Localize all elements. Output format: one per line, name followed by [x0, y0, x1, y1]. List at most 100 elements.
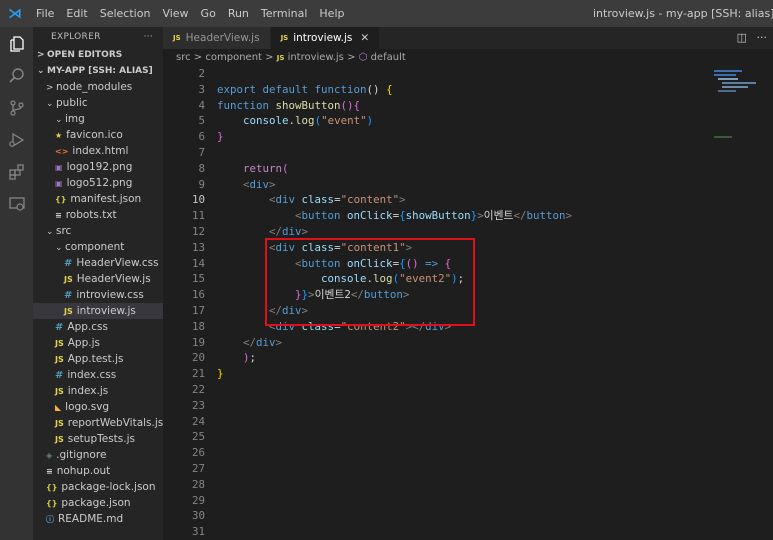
tree-item-src[interactable]: ⌄ src [33, 223, 163, 239]
tree-item-logo512-png[interactable]: ▣ logo512.png [33, 175, 163, 191]
menu-item-terminal[interactable]: Terminal [255, 0, 314, 27]
line-number: 10 [191, 193, 205, 207]
tree-item-package-lock-json[interactable]: {} package-lock.json [33, 479, 163, 495]
menu-item-go[interactable]: Go [195, 0, 222, 27]
explorer-sidebar: EXPLORER ··· > OPEN EDITORS ⌄ MY-APP [SSH:… [33, 27, 163, 540]
open-editors-section[interactable]: > OPEN EDITORS [33, 47, 163, 63]
menu-item-selection[interactable]: Selection [94, 0, 157, 27]
menu-item-help[interactable]: Help [313, 0, 350, 27]
code-line[interactable]: 31 [163, 524, 708, 540]
breadcrumb-file[interactable]: introview.js [288, 52, 344, 63]
project-section[interactable]: ⌄ MY-APP [SSH: ALIAS] [33, 63, 163, 79]
line-number: 19 [191, 335, 205, 349]
run-debug-icon[interactable] [0, 125, 33, 155]
tree-item-index-css[interactable]: # index.css [33, 367, 163, 383]
breadcrumb-src[interactable]: src [176, 52, 191, 63]
tree-item-index-html[interactable]: <> index.html [33, 143, 163, 159]
close-icon[interactable]: ✕ [360, 27, 369, 49]
tree-item-setuptests-js[interactable]: JS setupTests.js [33, 431, 163, 447]
code-line[interactable]: 7 [163, 145, 708, 161]
minimap[interactable] [708, 66, 773, 540]
split-editor-icon[interactable]: ◫ [737, 27, 747, 49]
code-line[interactable]: 23 [163, 398, 708, 414]
tree-item-label: package-lock.json [61, 481, 156, 493]
tree-item-logo-svg[interactable]: ◣ logo.svg [33, 399, 163, 415]
code-line[interactable]: 11 <button onClick={showButton}>이벤트</but… [163, 208, 708, 224]
tree-item-reportwebvitals-js[interactable]: JS reportWebVitals.js [33, 415, 163, 431]
code-line[interactable]: 27 [163, 461, 708, 477]
tree-item-public[interactable]: ⌄ public [33, 95, 163, 111]
line-number: 29 [191, 493, 205, 507]
code-line[interactable]: 24 [163, 414, 708, 430]
open-editors-label: OPEN EDITORS [47, 50, 123, 60]
code-line[interactable]: 2 [163, 66, 708, 82]
line-number: 27 [191, 462, 205, 475]
tree-item-manifest-json[interactable]: {} manifest.json [33, 191, 163, 207]
code-line[interactable]: 8 return( [163, 161, 708, 177]
tree-item-introview-js[interactable]: JS introview.js [33, 303, 163, 319]
tree-item-label: logo.svg [65, 401, 110, 413]
code-line[interactable]: 10 <div class="content"> [163, 192, 708, 208]
code-token: { [353, 98, 361, 112]
code-line[interactable]: 26 [163, 445, 708, 461]
extensions-icon[interactable] [0, 157, 33, 187]
file-type-icon: <> [55, 147, 69, 156]
code-line[interactable]: 5 console.log("event") [163, 113, 708, 129]
explorer-more-icon[interactable]: ··· [144, 32, 153, 42]
tab-introview-js[interactable]: JS introview.js ✕ [270, 27, 381, 49]
code-line[interactable]: 28 [163, 477, 708, 493]
tree-item-app-test-js[interactable]: JS App.test.js [33, 351, 163, 367]
code-line[interactable]: 20 ); [163, 350, 708, 366]
tree-item-nohup-out[interactable]: ≡ nohup.out [33, 463, 163, 479]
code-line[interactable]: 25 [163, 429, 708, 445]
code-line[interactable]: 19 </div> [163, 335, 708, 351]
breadcrumb-symbol[interactable]: default [371, 52, 406, 63]
tree-item-label: img [65, 113, 85, 125]
code-text: } [217, 366, 224, 382]
tree-item-robots-txt[interactable]: ≡ robots.txt [33, 207, 163, 223]
tree-item-readme-md[interactable]: ⓘ README.md [33, 511, 163, 527]
tree-item-index-js[interactable]: JS index.js [33, 383, 163, 399]
tree-item-component[interactable]: ⌄ component [33, 239, 163, 255]
code-token: ) [366, 114, 374, 128]
menu-item-view[interactable]: View [156, 0, 194, 27]
tree-item-favicon-ico[interactable]: ★ favicon.ico [33, 127, 163, 143]
code-text: } [217, 129, 224, 145]
file-type-icon: JS [55, 387, 64, 396]
source-control-icon[interactable] [0, 93, 33, 123]
tree-item-headerview-css[interactable]: # HeaderView.css [33, 255, 163, 271]
remote-explorer-icon[interactable] [0, 189, 33, 219]
menu-item-run[interactable]: Run [222, 0, 255, 27]
code-line[interactable]: 3 export default function() { [163, 82, 708, 98]
line-number: 12 [191, 225, 205, 238]
tree-item-introview-css[interactable]: # introview.css [33, 287, 163, 303]
tree-item-logo192-png[interactable]: ▣ logo192.png [33, 159, 163, 175]
breadcrumb-component[interactable]: component [205, 52, 262, 63]
tree-item-app-js[interactable]: JS App.js [33, 335, 163, 351]
files-icon[interactable] [0, 29, 33, 59]
code-line[interactable]: 21} [163, 366, 708, 382]
file-type-icon: ⓘ [46, 515, 54, 524]
code-line[interactable]: 6} [163, 129, 708, 145]
line-number: 9 [198, 177, 205, 191]
menu-item-file[interactable]: File [30, 0, 60, 27]
tab-headerview-js[interactable]: JS HeaderView.js [163, 27, 271, 49]
tree-item-headerview-js[interactable]: JS HeaderView.js [33, 271, 163, 287]
code-line[interactable]: 4 function showButton(){ [163, 98, 708, 114]
code-line[interactable]: 22 [163, 382, 708, 398]
code-token: ( [282, 161, 289, 175]
tree-item--gitignore[interactable]: ◈ .gitignore [33, 447, 163, 463]
code-line[interactable]: 30 [163, 508, 708, 524]
more-actions-icon[interactable]: ··· [757, 27, 768, 49]
tree-item-img[interactable]: ⌄ img [33, 111, 163, 127]
tree-item-app-css[interactable]: # App.css [33, 319, 163, 335]
tree-item-package-json[interactable]: {} package.json [33, 495, 163, 511]
search-icon[interactable] [0, 61, 33, 91]
tree-item-node-modules[interactable]: > node_modules [33, 79, 163, 95]
code-line[interactable]: 29 [163, 493, 708, 509]
menu-item-edit[interactable]: Edit [60, 0, 93, 27]
code-line[interactable]: 9 <div> [163, 177, 708, 193]
